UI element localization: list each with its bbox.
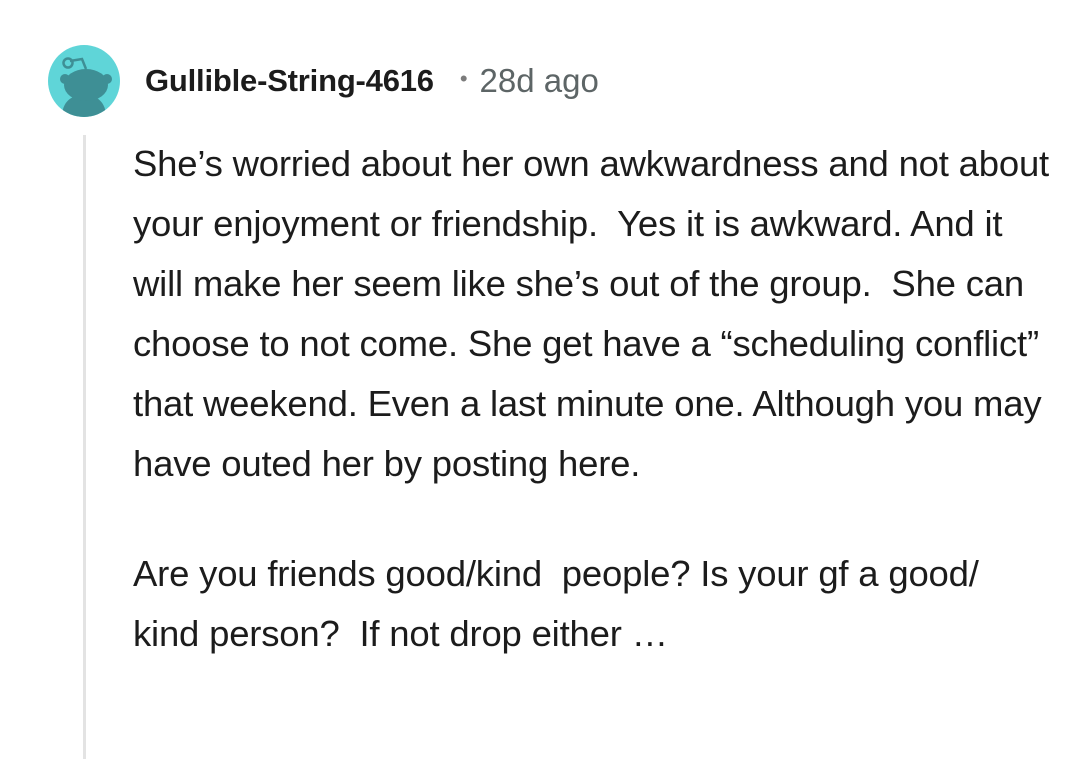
comment-paragraph: Are you friends good/kind people? Is you… [133,553,989,654]
comment-author[interactable]: Gullible-String-4616 [145,63,434,99]
comment-timestamp: 28d ago [479,62,599,99]
comment-header: Gullible-String-4616 • 28d ago [48,45,599,117]
comment: Gullible-String-4616 • 28d ago She’s wor… [0,0,1080,759]
comment-paragraph: She’s worried about her own awkwardness … [133,143,1059,484]
comment-body: She’s worried about her own awkwardness … [133,134,1053,664]
reddit-snoo-avatar-icon [60,57,112,117]
thread-line[interactable] [83,135,86,759]
separator-dot: • [459,66,468,91]
avatar[interactable] [48,45,120,117]
